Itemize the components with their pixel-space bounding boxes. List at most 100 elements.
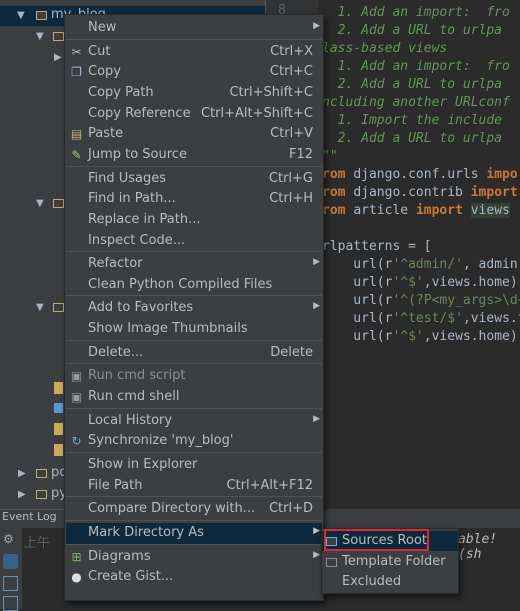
- collapse-arrow-icon[interactable]: ▶: [54, 52, 62, 63]
- menu-separator: [66, 543, 322, 545]
- menu-item-label: Clean Python Compiled Files: [88, 276, 273, 292]
- menu-item-show-image-thumbnails[interactable]: Show Image Thumbnails: [66, 319, 322, 340]
- menu-item-label: File Path: [88, 477, 143, 493]
- code-token: '^$': [392, 329, 424, 344]
- menu-item-delete[interactable]: Delete... Delete: [66, 343, 322, 364]
- menu-item-jump-to-source[interactable]: ✎ Jump to Source F12: [66, 145, 322, 166]
- menu-item-cut[interactable]: ✂ Cut Ctrl+X: [66, 42, 322, 63]
- code-token: ,views.home): [423, 329, 518, 344]
- menu-item-shortcut: Ctrl+V: [270, 126, 313, 142]
- code-line: rom django.conf.urls impo: [322, 166, 518, 184]
- collapse-arrow-icon[interactable]: ▶: [18, 468, 26, 479]
- menu-item-mark-directory-as[interactable]: Mark Directory As ▶: [66, 522, 322, 544]
- expand-arrow-icon[interactable]: ▼: [36, 302, 44, 313]
- menu-item-refactor[interactable]: Refactor ▶: [66, 254, 322, 275]
- code-line: "": [322, 148, 338, 166]
- code-token: '^test/$': [392, 311, 463, 326]
- menu-item-local-history[interactable]: Local History ▶: [66, 411, 322, 432]
- menu-item-shortcut: F12: [288, 146, 313, 162]
- cmd-icon: ▣: [70, 390, 83, 405]
- folder-icon: [53, 303, 64, 312]
- menu-item-create-gist[interactable]: ● Create Gist...: [66, 567, 322, 588]
- menu-item-label: Copy Path: [88, 84, 154, 100]
- menu-separator: [66, 363, 322, 365]
- menu-item-label: Synchronize 'my_blog': [88, 433, 234, 449]
- menu-item-file-path[interactable]: File Path Ctrl+Alt+F12: [66, 476, 322, 497]
- code-line: ncluding another URLconf: [322, 94, 510, 112]
- code-token: url(r: [322, 275, 393, 290]
- menu-item-label: Mark Directory As: [88, 524, 204, 540]
- expand-arrow-icon[interactable]: ▼: [36, 31, 44, 42]
- collapse-arrow-icon[interactable]: ▶: [18, 489, 26, 500]
- db-file-icon: [54, 403, 63, 413]
- menu-item-paste[interactable]: ▤ Paste Ctrl+V: [66, 124, 322, 145]
- code-token: url(r: [322, 293, 393, 308]
- menu-item-find-in-path[interactable]: Find in Path... Ctrl+H: [66, 189, 322, 210]
- menu-separator: [66, 339, 322, 341]
- code-line: url(r'^$',views.home),: [322, 274, 520, 292]
- code-token: 2. Add a URL to urlpa: [322, 23, 503, 38]
- menu-item-copy-path[interactable]: Copy Path Ctrl+Shift+C: [66, 83, 322, 104]
- code-token: '^$': [392, 275, 424, 290]
- code-token: rom: [322, 203, 354, 218]
- template-folder-icon: [326, 557, 337, 567]
- menu-item-diagrams[interactable]: ⊞ Diagrams ▶: [66, 547, 322, 568]
- expand-arrow-icon[interactable]: ▼: [17, 10, 25, 21]
- menu-item-add-to-favorites[interactable]: Add to Favorites ▶: [66, 298, 322, 319]
- menu-separator: [66, 452, 322, 453]
- menu-item-find-usages[interactable]: Find Usages Ctrl+G: [66, 169, 322, 190]
- code-line: url(r'^test/$',views.t: [322, 310, 520, 328]
- menu-item-copy[interactable]: ❐ Copy Ctrl+C: [66, 62, 322, 83]
- code-token: rom: [322, 167, 354, 182]
- folder-icon: [36, 490, 47, 499]
- code-line: rom django.contrib import: [322, 184, 518, 202]
- menu-item-inspect-code[interactable]: Inspect Code...: [66, 231, 322, 252]
- code-line: url(r'^(?P<my_args>\d+: [322, 292, 520, 310]
- menu-item-label: Show Image Thumbnails: [88, 321, 248, 337]
- menu-item-compare-directory-with[interactable]: Compare Directory with... Ctrl+D: [66, 499, 322, 520]
- folder-icon: [36, 11, 47, 20]
- menu-item-label: Compare Directory with...: [88, 501, 256, 517]
- menu-item-shortcut: Ctrl+C: [269, 64, 313, 80]
- menu-item-label: Run cmd script: [88, 368, 186, 384]
- menu-separator: [66, 407, 322, 409]
- code-token: views: [470, 203, 510, 218]
- code-editor[interactable]: 1. Add an import: fro 2. Add a URL to ur…: [318, 0, 520, 520]
- menu-item-copy-reference[interactable]: Copy Reference Ctrl+Alt+Shift+C: [66, 104, 322, 125]
- submenu-item-excluded[interactable]: Excluded: [322, 572, 458, 592]
- code-line: 2. Add a URL to urlpa: [322, 76, 502, 94]
- menu-item-shortcut: Ctrl+X: [270, 43, 313, 59]
- event-log-title[interactable]: Event Log: [2, 510, 57, 523]
- menu-separator: [66, 295, 322, 297]
- jump-icon: ✎: [71, 147, 82, 162]
- folder-icon: [53, 32, 64, 41]
- menu-separator: [66, 251, 322, 253]
- menu-item-clean-python-compiled-files[interactable]: Clean Python Compiled Files: [66, 275, 322, 296]
- code-token: ,views.t: [462, 311, 520, 326]
- submenu-item-label: Excluded: [342, 574, 402, 589]
- menu-item-label: Run cmd shell: [88, 389, 180, 405]
- code-token: impo: [486, 167, 518, 182]
- cmd-icon: ▣: [70, 369, 83, 384]
- submenu-item-template-folder[interactable]: Template Folder: [322, 552, 458, 572]
- code-token: lass-based views: [322, 41, 448, 56]
- settings-icon[interactable]: ⚙: [3, 532, 18, 547]
- menu-item-run-cmd-script[interactable]: ▣ Run cmd script: [66, 366, 322, 387]
- code-token: import: [415, 203, 471, 218]
- menu-item-label: Diagrams: [88, 548, 151, 564]
- sync-icon: ↻: [71, 434, 82, 449]
- menu-item-new[interactable]: New ▶: [66, 18, 322, 39]
- menu-item-show-in-explorer[interactable]: Show in Explorer: [66, 455, 322, 476]
- expand-arrow-icon[interactable]: ▼: [36, 198, 44, 209]
- code-token: url(r: [322, 311, 393, 326]
- print-icon[interactable]: [3, 576, 18, 591]
- code-line: rlpatterns = [: [322, 238, 432, 256]
- submenu-arrow-icon: ▶: [313, 549, 320, 560]
- code-token: url(r: [322, 257, 393, 272]
- mark-read-icon[interactable]: [3, 554, 18, 569]
- code-line: rom article import views: [322, 202, 510, 220]
- menu-item-replace-in-path[interactable]: Replace in Path...: [66, 210, 322, 231]
- menu-item-shortcut: Ctrl+Alt+Shift+C: [200, 105, 313, 121]
- menu-item-run-cmd-shell[interactable]: ▣ Run cmd shell: [66, 387, 322, 408]
- menu-item-synchronize-my-blog[interactable]: ↻ Synchronize 'my_blog': [66, 431, 322, 452]
